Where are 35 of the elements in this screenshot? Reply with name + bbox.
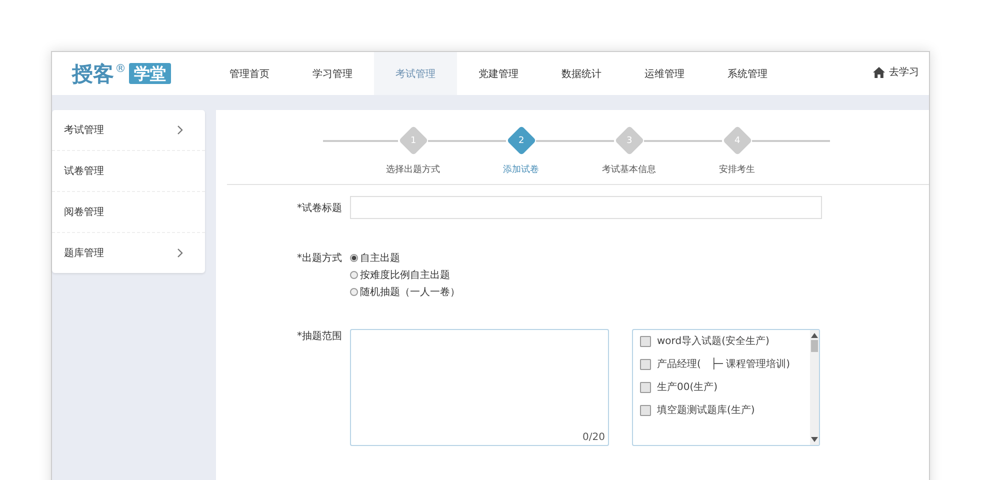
step-label: 考试基本信息 (602, 164, 656, 176)
radio-option[interactable]: 按难度比例自主出题 (350, 268, 460, 282)
field-label: *出题方式 (296, 252, 342, 265)
home-icon (873, 66, 885, 78)
step-label: 选择出题方式 (386, 164, 440, 176)
bank-option[interactable]: word导入试题(安全生产) (640, 334, 810, 348)
radio-option[interactable]: 随机抽题（一人一卷） (350, 285, 460, 299)
bank-option[interactable]: 生产00(生产) (640, 380, 810, 394)
step-label: 安排考生 (719, 164, 755, 176)
field-label: *试卷标题 (296, 202, 342, 214)
field-label: *抽题范围 (296, 330, 342, 343)
bank-option[interactable]: 产品经理( ├─ 课程管理培训) (640, 357, 810, 371)
nav-tab[interactable]: 数据统计 (540, 52, 623, 95)
scrollbar[interactable] (810, 330, 819, 445)
sidebar-item[interactable]: 阅卷管理 (52, 192, 205, 233)
nav-tab[interactable]: 学习管理 (291, 52, 374, 95)
step-label: 添加试卷 (503, 164, 539, 176)
scroll-down-arrow-icon[interactable] (811, 437, 818, 442)
nav-tab[interactable]: 党建管理 (457, 52, 540, 95)
scope-textarea[interactable]: 0/20 (350, 329, 609, 446)
go-study-link[interactable]: 去学习 (873, 52, 919, 92)
nav-tab[interactable]: 运维管理 (623, 52, 706, 95)
logo: 授客$^{®}$ 学堂 (72, 52, 208, 95)
sidebar-item[interactable]: 题库管理 (52, 233, 205, 273)
scroll-up-arrow-icon[interactable] (811, 333, 818, 338)
nav-tab[interactable]: 管理首页 (208, 52, 291, 95)
sidebar-item[interactable]: 试卷管理 (52, 151, 205, 192)
sidebar-item[interactable]: 考试管理 (52, 110, 205, 151)
char-counter: 0/20 (582, 432, 605, 443)
step-marker: 2 (506, 126, 536, 156)
nav-tab[interactable]: 系统管理 (706, 52, 789, 95)
title-input[interactable] (350, 196, 822, 219)
bank-option[interactable]: 填空题测试题库(生产) (640, 403, 810, 417)
scroll-thumb[interactable] (811, 340, 818, 352)
radio-option[interactable]: 自主出题 (350, 251, 460, 265)
